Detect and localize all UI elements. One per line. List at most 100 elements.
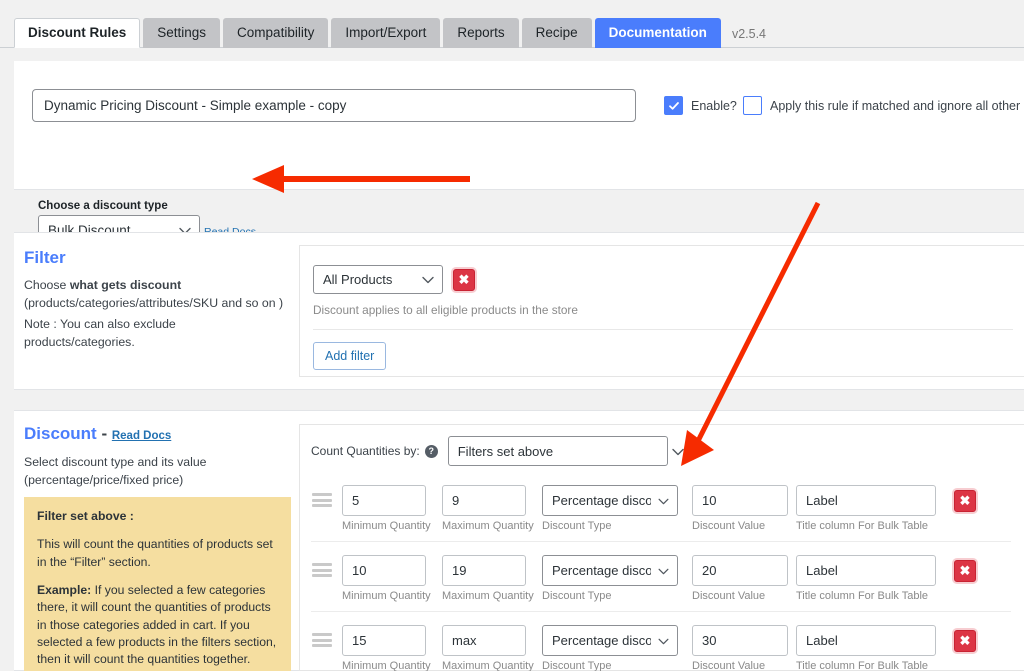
info-para2-bold: Example: [37, 583, 91, 597]
info-box-title: Filter set above : [37, 508, 278, 525]
tab-discount-rules[interactable]: Discount Rules [14, 18, 140, 48]
filter-divider [313, 329, 1013, 330]
rule-title-input[interactable] [32, 89, 636, 122]
bulk-table-title-input[interactable] [796, 485, 936, 516]
tab-compatibility[interactable]: Compatibility [223, 18, 328, 48]
row-discount-type-select[interactable]: Percentage discount [542, 485, 678, 516]
drag-handle-icon[interactable] [312, 633, 332, 647]
version-label: v2.5.4 [732, 27, 766, 41]
info-title-text: Filter set above : [37, 509, 134, 523]
close-icon: ✖ [960, 493, 971, 509]
read-docs-link-discount[interactable]: Read Docs [112, 430, 171, 442]
plugin-settings-page: Discount Rules Settings Compatibility Im… [0, 0, 1024, 671]
enable-checkbox[interactable] [664, 96, 683, 115]
delete-row-button[interactable]: ✖ [954, 560, 976, 582]
add-filter-button[interactable]: Add filter [313, 342, 386, 370]
close-icon: ✖ [459, 272, 470, 288]
drag-handle-icon[interactable] [312, 493, 332, 507]
minimum-quantity-sublabel: Minimum Quantity [342, 660, 426, 671]
minimum-quantity-sublabel: Minimum Quantity [342, 590, 426, 602]
discount-desc-line2: (percentage/price/fixed price) [24, 473, 183, 487]
count-quantities-label: Count Quantities by: [311, 444, 420, 458]
table-row: Percentage discount ✖ Minimum Quantity M… [300, 611, 1024, 671]
chevron-down-icon [672, 443, 684, 460]
discount-type-select-wrapper[interactable]: Percentage discount [542, 625, 678, 656]
discount-value-sublabel: Discount Value [692, 520, 788, 532]
tab-recipe[interactable]: Recipe [522, 18, 592, 48]
filter-target-select[interactable]: All Products [313, 265, 443, 294]
tab-reports[interactable]: Reports [443, 18, 518, 48]
maximum-quantity-input[interactable] [442, 485, 526, 516]
close-icon: ✖ [960, 633, 971, 649]
apply-rule-checkbox[interactable] [743, 96, 762, 115]
title-column-sublabel: Title column For Bulk Table [796, 660, 936, 671]
discount-type-select-wrapper[interactable]: Percentage discount [542, 485, 678, 516]
discount-value-input[interactable] [692, 625, 788, 656]
help-icon[interactable]: ? [425, 445, 438, 458]
discount-info-box: Filter set above : This will count the q… [24, 497, 291, 671]
delete-row-button[interactable]: ✖ [954, 630, 976, 652]
filter-rules-box: All Products ✖ Discount applies to all e… [299, 245, 1024, 377]
maximum-quantity-input[interactable] [442, 555, 526, 586]
discount-section-heading: Discount - Read Docs [24, 424, 171, 444]
minimum-quantity-input[interactable] [342, 625, 426, 656]
tab-label: Reports [457, 25, 504, 40]
bulk-table-title-input[interactable] [796, 555, 936, 586]
count-quantities-select[interactable]: Filters set above [448, 436, 668, 466]
tab-label: Recipe [536, 25, 578, 40]
filter-section-heading: Filter [24, 248, 66, 268]
row-discount-type-select[interactable]: Percentage discount [542, 625, 678, 656]
tab-import-export[interactable]: Import/Export [331, 18, 440, 48]
tab-label: Import/Export [345, 25, 426, 40]
filter-description: Choose what gets discount (products/cate… [24, 277, 284, 313]
count-quantities-bar: Count Quantities by: ? Filters set above [311, 436, 684, 466]
tab-label: Settings [157, 25, 206, 40]
tab-label: Documentation [609, 25, 707, 40]
bulk-table-title-input[interactable] [796, 625, 936, 656]
count-quantities-select-wrapper[interactable]: Filters set above [448, 436, 684, 466]
filter-desc-bold: what gets discount [70, 278, 181, 292]
table-row: Percentage discount ✖ Minimum Quantity M… [300, 541, 1024, 611]
discount-value-sublabel: Discount Value [692, 590, 788, 602]
tab-settings[interactable]: Settings [143, 18, 220, 48]
discount-type-sublabel: Discount Type [542, 660, 678, 671]
enable-label: Enable? [691, 99, 737, 113]
filter-hint-text: Discount applies to all eligible product… [313, 303, 578, 317]
delete-row-button[interactable]: ✖ [954, 490, 976, 512]
title-column-sublabel: Title column For Bulk Table [796, 520, 936, 532]
apply-rule-checkbox-group[interactable]: Apply this rule if matched and ignore al… [743, 96, 1024, 115]
discount-type-label: Choose a discount type [38, 200, 168, 212]
maximum-quantity-sublabel: Maximum Quantity [442, 520, 526, 532]
filter-note: Note : You can also exclude products/cat… [24, 316, 289, 352]
maximum-quantity-sublabel: Maximum Quantity [442, 590, 526, 602]
discount-type-sublabel: Discount Type [542, 590, 678, 602]
discount-heading-dash: - [97, 424, 112, 443]
tab-documentation[interactable]: Documentation [595, 18, 721, 48]
discount-desc-line1: Select discount type and its value [24, 455, 207, 469]
discount-value-input[interactable] [692, 555, 788, 586]
minimum-quantity-input[interactable] [342, 555, 426, 586]
close-icon: ✖ [960, 563, 971, 579]
discount-value-sublabel: Discount Value [692, 660, 788, 671]
maximum-quantity-input[interactable] [442, 625, 526, 656]
minimum-quantity-sublabel: Minimum Quantity [342, 520, 426, 532]
discount-type-select-wrapper[interactable]: Percentage discount [542, 555, 678, 586]
discount-type-sublabel: Discount Type [542, 520, 678, 532]
discount-value-input[interactable] [692, 485, 788, 516]
tab-bar: Discount Rules Settings Compatibility Im… [0, 0, 1024, 48]
filter-desc-prefix: Choose [24, 278, 70, 292]
filter-target-select-wrapper[interactable]: All Products [313, 265, 443, 294]
minimum-quantity-input[interactable] [342, 485, 426, 516]
drag-handle-icon[interactable] [312, 563, 332, 577]
filter-desc-line2: (products/categories/attributes/SKU and … [24, 296, 283, 310]
table-row: Percentage discount ✖ Minimum Quantity M… [300, 471, 1024, 541]
general-settings-panel: Enable? Apply this rule if matched and i… [14, 61, 1024, 190]
row-discount-type-select[interactable]: Percentage discount [542, 555, 678, 586]
info-box-para2: Example: If you selected a few categorie… [37, 582, 278, 669]
apply-rule-label: Apply this rule if matched and ignore al… [770, 99, 1024, 113]
remove-filter-button[interactable]: ✖ [453, 269, 475, 291]
enable-checkbox-group[interactable]: Enable? [664, 96, 737, 115]
tab-label: Compatibility [237, 25, 314, 40]
discount-description: Select discount type and its value (perc… [24, 454, 286, 490]
tab-label: Discount Rules [28, 25, 126, 40]
